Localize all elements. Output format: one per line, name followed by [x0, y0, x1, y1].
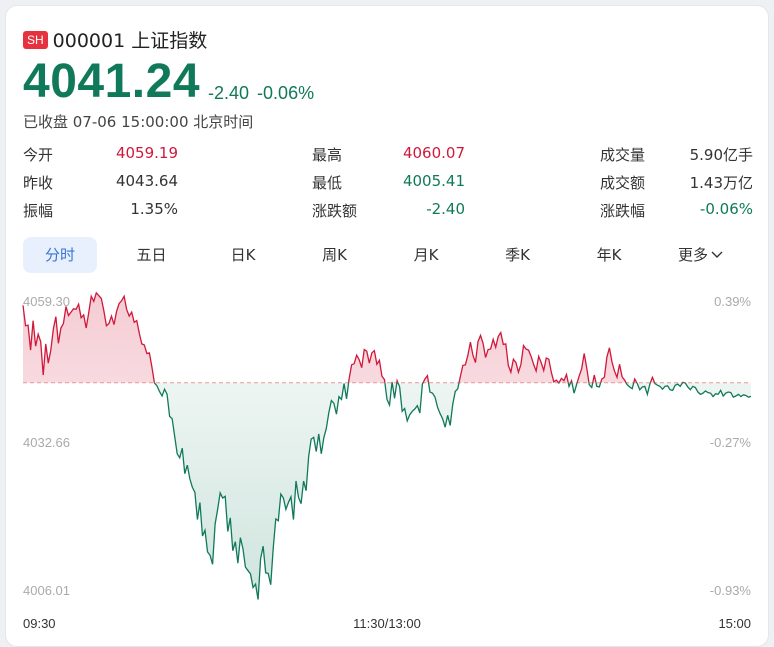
quote-card: SH 000001 上证指数 4041.24 -2.40 -0.06% 已收盘 … [5, 5, 769, 647]
intraday-chart: 4059.30 4032.66 4006.01 0.39% -0.27% -0.93% 09… [22, 291, 752, 631]
x-tick-label: 11:30/13:00 [353, 616, 421, 631]
y-tick-right: -0.27% [710, 435, 752, 450]
y-tick-left: 4006.01 [23, 583, 70, 598]
area-above-baseline [23, 292, 685, 383]
y-tick-right: 0.39% [714, 294, 751, 309]
x-tick-label: 09:30 [23, 616, 56, 631]
x-tick-label: 15:00 [718, 616, 751, 631]
y-tick-left: 4032.66 [23, 435, 70, 450]
y-tick-right: -0.93% [710, 583, 752, 598]
y-tick-left: 4059.30 [23, 294, 70, 309]
